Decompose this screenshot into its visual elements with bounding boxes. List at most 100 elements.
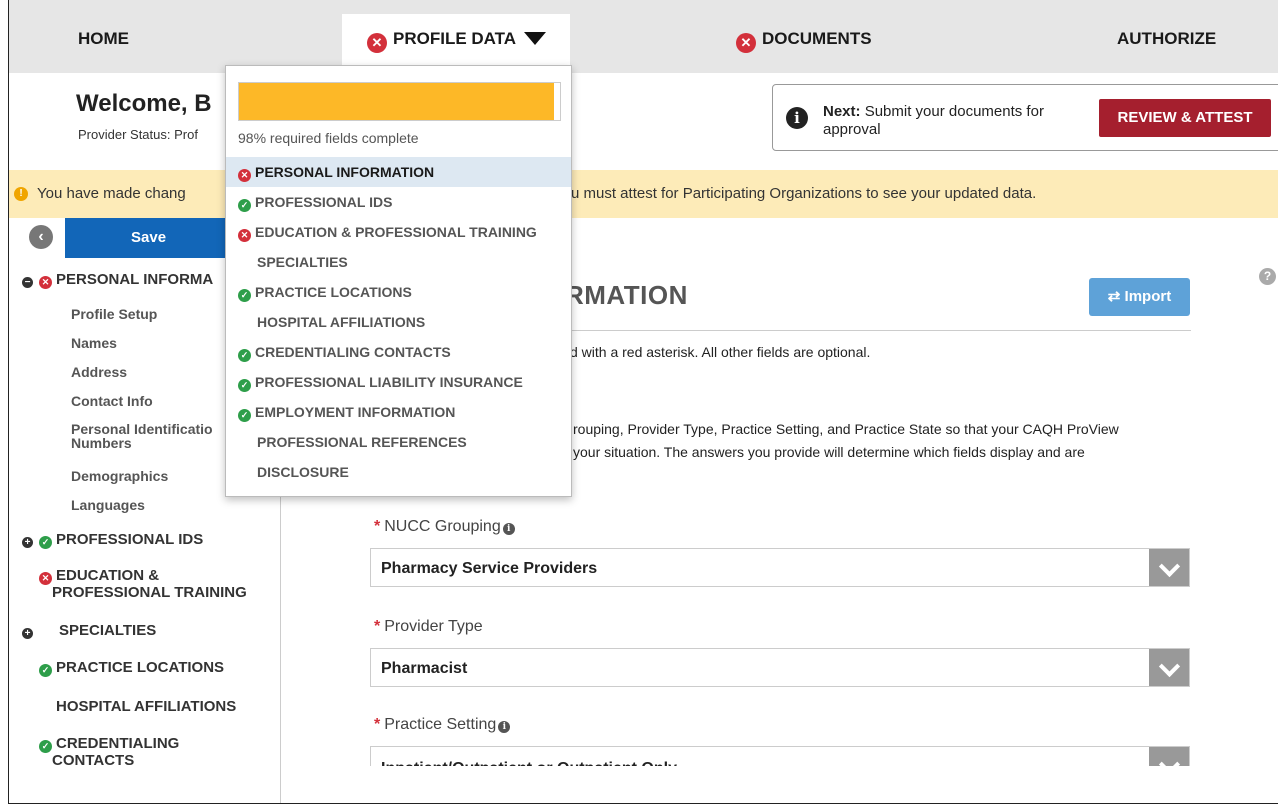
nav-authorize[interactable]: AUTHORIZE bbox=[1117, 0, 1216, 73]
nucc-grouping-label-text: NUCC Grouping bbox=[384, 518, 501, 535]
next-step-panel: i Next: Submit your documents for approv… bbox=[772, 84, 1278, 151]
sidebar-sub-demographics[interactable]: Demographics bbox=[71, 468, 168, 484]
progress-bar bbox=[238, 82, 561, 121]
sidebar-item-credentialing-contacts[interactable]: ✓ CREDENTIALING CONTACTS bbox=[39, 736, 179, 769]
progress-bar-fill bbox=[239, 83, 554, 120]
dropdown-item-label: DISCLOSURE bbox=[257, 464, 349, 480]
info-icon[interactable]: i bbox=[502, 523, 515, 535]
dropdown-item[interactable]: ✓ PROFESSIONAL LIABILITY INSURANCE bbox=[226, 367, 571, 397]
dropdown-item-label: PROFESSIONAL LIABILITY INSURANCE bbox=[255, 374, 523, 390]
collapse-icon: − bbox=[22, 277, 33, 288]
check-icon: ✓ bbox=[238, 199, 251, 212]
error-icon: ✕ bbox=[238, 229, 251, 242]
help-icon[interactable]: ? bbox=[1259, 268, 1276, 285]
sidebar-sub-personal-id-line2: Numbers bbox=[71, 435, 132, 451]
chevron-down-icon[interactable] bbox=[1149, 549, 1189, 586]
sidebar-professional-ids-label: PROFESSIONAL IDS bbox=[56, 531, 204, 548]
next-step-text: Next: Submit your documents for approval bbox=[823, 103, 1103, 139]
dropdown-item[interactable]: ✓ EMPLOYMENT INFORMATION bbox=[226, 397, 571, 427]
welcome-heading: Welcome, B bbox=[76, 90, 212, 117]
dropdown-item[interactable]: ✕ EDUCATION & PROFESSIONAL TRAINING bbox=[226, 217, 571, 247]
dropdown-item-label: PROFESSIONAL IDS bbox=[255, 194, 393, 210]
chevron-down-icon[interactable] bbox=[1149, 747, 1189, 768]
import-label: Import bbox=[1124, 288, 1172, 305]
sidebar-sub-contact-info[interactable]: Contact Info bbox=[71, 393, 153, 409]
check-icon: ✓ bbox=[39, 536, 52, 549]
caret-down-icon bbox=[524, 32, 547, 45]
dropdown-item[interactable]: SPECIALTIES bbox=[226, 247, 571, 277]
sidebar-education-line2: PROFESSIONAL TRAINING bbox=[52, 584, 247, 601]
sidebar-practice-locations-label: PRACTICE LOCATIONS bbox=[56, 659, 225, 676]
sidebar-sub-languages[interactable]: Languages bbox=[71, 497, 145, 513]
sidebar-sub-names[interactable]: Names bbox=[71, 335, 117, 351]
intro-line-2: your situation. The answers you provide … bbox=[573, 444, 1085, 460]
back-arrow-icon[interactable]: ‹ bbox=[29, 225, 53, 249]
dropdown-item-label: PROFESSIONAL REFERENCES bbox=[257, 434, 467, 450]
nav-documents[interactable]: ✕ DOCUMENTS bbox=[736, 0, 872, 73]
sidebar-personal-label: PERSONAL INFORMA bbox=[56, 271, 214, 288]
divider bbox=[561, 330, 1191, 331]
dropdown-item[interactable]: ✕ PERSONAL INFORMATION bbox=[226, 157, 571, 187]
dropdown-item[interactable]: PROFESSIONAL REFERENCES bbox=[226, 427, 571, 457]
page-title: RMATION bbox=[565, 280, 688, 310]
required-asterisk: * bbox=[374, 618, 381, 635]
sidebar-sub-address[interactable]: Address bbox=[71, 364, 127, 380]
dropdown-item-label: CREDENTIALING CONTACTS bbox=[255, 344, 451, 360]
practice-setting-label-text: Practice Setting bbox=[384, 716, 497, 733]
provider-type-select[interactable]: Pharmacist bbox=[370, 648, 1190, 687]
dropdown-item-label: EMPLOYMENT INFORMATION bbox=[255, 404, 456, 420]
sidebar-credentialing-line2: CONTACTS bbox=[52, 752, 135, 769]
practice-setting-label: * Practice Setting i bbox=[374, 716, 511, 734]
sidebar-credentialing-line1: CREDENTIALING bbox=[56, 735, 180, 752]
check-icon: ✓ bbox=[238, 349, 251, 362]
profile-data-dropdown: 98% required fields complete ✕ PERSONAL I… bbox=[225, 65, 572, 497]
dropdown-item[interactable]: HOSPITAL AFFILIATIONS bbox=[226, 307, 571, 337]
sidebar-sub-personal-id-line1: Personal Identificatio bbox=[71, 421, 213, 437]
nav-home[interactable]: HOME bbox=[78, 0, 129, 73]
dropdown-item[interactable]: DISCLOSURE bbox=[226, 457, 571, 487]
sidebar-item-specialties[interactable]: + SPECIALTIES bbox=[22, 622, 156, 639]
warning-icon: ! bbox=[14, 187, 28, 201]
practice-setting-select[interactable]: Inpatient/Outpatient or Outpatient Only bbox=[370, 746, 1190, 768]
error-icon: ✕ bbox=[39, 276, 52, 289]
sidebar-item-professional-ids[interactable]: + ✓ PROFESSIONAL IDS bbox=[22, 531, 203, 549]
top-nav: HOME ✕ PROFILE DATA ✕ DOCUMENTS AUTHORIZE bbox=[9, 0, 1278, 80]
dropdown-item-label: HOSPITAL AFFILIATIONS bbox=[257, 314, 426, 330]
dropdown-item-label: PRACTICE LOCATIONS bbox=[255, 284, 412, 300]
swap-arrows-icon: ⇄ bbox=[1107, 288, 1121, 305]
provider-type-label: * Provider Type bbox=[374, 618, 483, 636]
check-icon: ✓ bbox=[238, 289, 251, 302]
alert-text-right: u must attest for Participating Organiza… bbox=[571, 185, 1037, 202]
import-button[interactable]: ⇄ Import bbox=[1089, 278, 1190, 316]
provider-type-label-text: Provider Type bbox=[384, 618, 483, 635]
error-icon: ✕ bbox=[39, 572, 52, 585]
dropdown-item[interactable]: ✓ PRACTICE LOCATIONS bbox=[226, 277, 571, 307]
sidebar-specialties-label: SPECIALTIES bbox=[59, 622, 157, 639]
sidebar-item-practice-locations[interactable]: ✓ PRACTICE LOCATIONS bbox=[39, 659, 224, 677]
error-icon: ✕ bbox=[238, 169, 251, 182]
review-attest-button[interactable]: REVIEW & ATTEST bbox=[1099, 99, 1271, 137]
sidebar-item-hospital-affiliations[interactable]: HOSPITAL AFFILIATIONS bbox=[56, 698, 236, 715]
asterisk-note: d with a red asterisk. All other fields … bbox=[570, 344, 871, 360]
error-icon: ✕ bbox=[736, 33, 756, 53]
sidebar-sub-personal-id-numbers[interactable]: Personal Identificatio Numbers bbox=[71, 422, 213, 450]
info-icon[interactable]: i bbox=[498, 721, 511, 733]
alert-text-left: You have made chang bbox=[37, 185, 186, 202]
sidebar-item-personal-information[interactable]: − ✕ PERSONAL INFORMA bbox=[22, 271, 213, 289]
dropdown-item[interactable]: ✓ CREDENTIALING CONTACTS bbox=[226, 337, 571, 367]
app-frame: HOME ✕ PROFILE DATA ✕ DOCUMENTS AUTHORIZE … bbox=[8, 0, 1278, 804]
required-asterisk: * bbox=[374, 716, 381, 733]
required-asterisk: * bbox=[374, 518, 381, 535]
sidebar-sub-profile-setup[interactable]: Profile Setup bbox=[71, 306, 157, 322]
nav-profile-data-label: PROFILE DATA bbox=[393, 29, 517, 48]
intro-line-1: rouping, Provider Type, Practice Setting… bbox=[573, 421, 1119, 437]
nucc-grouping-select[interactable]: Pharmacy Service Providers bbox=[370, 548, 1190, 587]
provider-status: Provider Status: Prof bbox=[78, 127, 198, 142]
chevron-down-icon[interactable] bbox=[1149, 649, 1189, 686]
alert-banner: ! You have made chang u must attest for … bbox=[9, 170, 1278, 218]
check-icon: ✓ bbox=[238, 379, 251, 392]
sidebar-item-education[interactable]: ✕ EDUCATION & PROFESSIONAL TRAINING bbox=[39, 568, 247, 601]
error-icon: ✕ bbox=[367, 33, 387, 53]
dropdown-item[interactable]: ✓ PROFESSIONAL IDS bbox=[226, 187, 571, 217]
provider-type-value: Pharmacist bbox=[381, 660, 468, 677]
